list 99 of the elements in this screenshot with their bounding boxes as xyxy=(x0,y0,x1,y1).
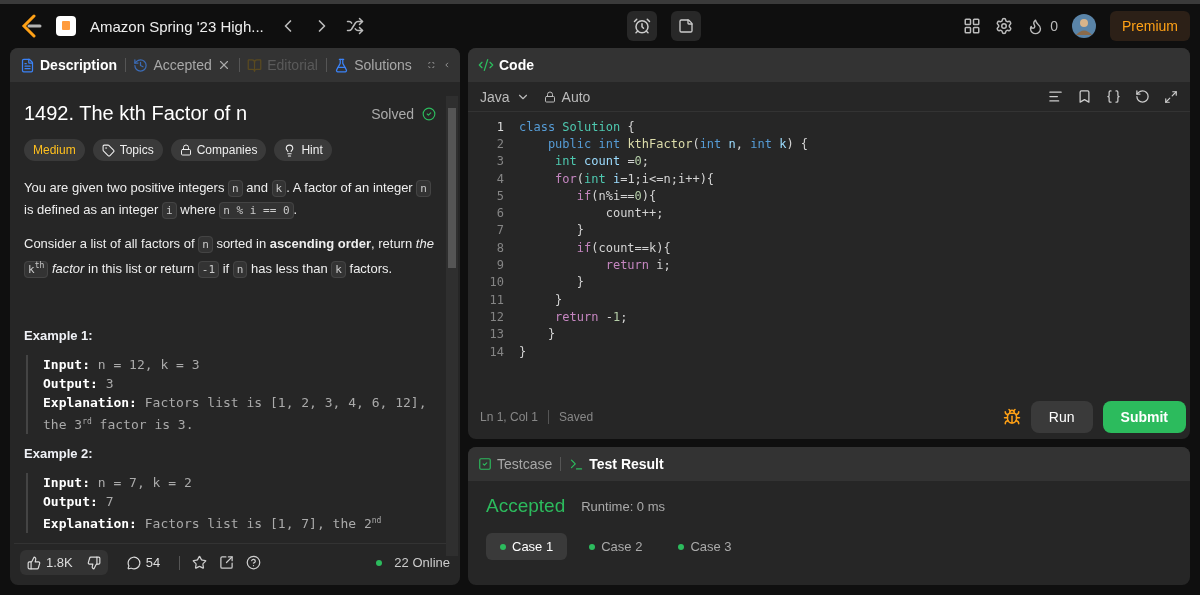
terminal-icon xyxy=(569,456,585,472)
line-number: 4 xyxy=(495,171,504,186)
example-line: Output: 7 xyxy=(43,493,115,511)
problem-paragraph: You are given two positive integers n and k . A factor of an integer n is defined as an integer i where n % i == 0 . xyxy=(24,177,436,221)
timer-button[interactable] xyxy=(626,11,657,41)
line-number: 12 xyxy=(488,309,504,324)
streak-counter[interactable]: 0 xyxy=(1027,17,1058,35)
expand-icon[interactable] xyxy=(1164,89,1178,104)
code-line: int count =0; xyxy=(554,154,650,169)
tag-chip[interactable]: Hint xyxy=(274,139,332,161)
scrollbar[interactable] xyxy=(446,96,458,556)
run-button[interactable]: Run xyxy=(1030,401,1093,433)
panel-tab[interactable]: Accepted xyxy=(133,57,231,73)
code-line: } xyxy=(554,292,563,307)
star-icon[interactable] xyxy=(192,555,208,570)
layout-icon[interactable] xyxy=(963,17,982,35)
example-line: Input: n = 12, k = 3 xyxy=(43,355,201,374)
cursor-position: Ln 1, Col 1 xyxy=(480,410,539,424)
case-tab[interactable]: Case 3 xyxy=(664,533,746,560)
code-line: } xyxy=(575,275,585,290)
bookmark-icon[interactable] xyxy=(1077,89,1092,104)
line-number: 10 xyxy=(488,275,504,290)
code-line: if(n%i==0){ xyxy=(575,188,657,203)
book-icon xyxy=(247,57,263,73)
autocomplete-toggle[interactable]: Auto xyxy=(543,88,591,105)
code-line: count++; xyxy=(604,206,664,221)
lock-icon xyxy=(543,90,556,103)
premium-button[interactable]: Premium xyxy=(1110,11,1190,41)
lock-icon xyxy=(179,144,192,156)
panel-tab[interactable]: Solutions xyxy=(334,57,412,73)
result-tab[interactable]: Test Result xyxy=(569,456,664,472)
thumbs-up-icon xyxy=(27,555,41,570)
example-title: Example 1: xyxy=(24,327,94,343)
example-line: Input: n = 7, k = 2 xyxy=(43,474,193,492)
example-line: Output: 3 xyxy=(43,374,115,393)
code-tab[interactable]: Code xyxy=(478,57,534,73)
flask-icon xyxy=(334,57,350,73)
example-line: Explanation: Factors list is [1, 2, 3, 4, 6, 12], the 3$^{rd}$ factor is 3. xyxy=(43,393,428,434)
difficulty-badge[interactable]: Medium xyxy=(24,139,85,161)
line-number: 13 xyxy=(488,327,504,342)
code-line: public int kthFactor(int n, int k) { xyxy=(546,136,809,151)
code-icon xyxy=(478,57,494,73)
history-icon xyxy=(133,57,149,73)
comment-icon xyxy=(126,555,141,570)
comments-button[interactable]: 54 xyxy=(119,550,168,575)
verdict-text: Accepted xyxy=(486,495,566,517)
line-number: 2 xyxy=(495,136,504,151)
shuffle-icon[interactable] xyxy=(345,17,364,35)
reset-icon[interactable] xyxy=(1135,89,1150,104)
braces-icon[interactable] xyxy=(1106,89,1121,104)
code-line: if(count==k){ xyxy=(575,240,671,255)
runtime-text: Runtime: 0 ms xyxy=(581,498,666,514)
list-icon[interactable] xyxy=(56,16,76,36)
online-dot xyxy=(376,559,383,566)
settings-icon[interactable] xyxy=(995,17,1014,35)
thumbs-down-icon xyxy=(86,555,101,570)
problem-title: 1492. The kth Factor of n xyxy=(24,102,249,125)
problem-list-title[interactable]: Amazon Spring '23 High... xyxy=(90,17,264,35)
code-line: } xyxy=(519,344,527,359)
line-number: 9 xyxy=(495,258,504,272)
line-number: 11 xyxy=(488,292,504,307)
case-tab[interactable]: Case 1 xyxy=(486,533,568,560)
result-tab[interactable]: Testcase xyxy=(478,456,553,472)
tag-chip[interactable]: Topics xyxy=(92,139,163,161)
alarm-clock-icon xyxy=(632,17,651,35)
logo-icon[interactable] xyxy=(20,14,42,38)
code-line: for(int i=1;i<=n;i++){ xyxy=(554,171,715,186)
line-number: 1 xyxy=(495,119,504,134)
code-line: } xyxy=(546,327,556,342)
line-number: 7 xyxy=(495,223,504,238)
line-number: 14 xyxy=(488,344,504,359)
online-count: 22 Online xyxy=(394,555,450,570)
code-line: return i; xyxy=(604,258,671,272)
example-line: Explanation: Factors list is [1, 7], the 2$^{nd}$ xyxy=(43,515,383,534)
avatar[interactable] xyxy=(1072,14,1096,38)
tag-icon xyxy=(101,143,115,157)
format-icon[interactable] xyxy=(1048,89,1063,104)
checkbox-icon xyxy=(478,457,492,471)
solved-status: Solved xyxy=(371,105,414,122)
case-tab[interactable]: Case 2 xyxy=(575,533,657,560)
line-number: 5 xyxy=(495,188,504,203)
tag-chip[interactable]: Companies xyxy=(170,139,267,161)
example-title: Example 2: xyxy=(24,446,94,461)
line-number: 8 xyxy=(495,240,504,255)
bug-icon[interactable] xyxy=(1002,408,1021,426)
notes-button[interactable] xyxy=(670,11,701,41)
code-line: class Solution { xyxy=(519,119,635,134)
share-icon[interactable] xyxy=(219,555,235,570)
line-number: 3 xyxy=(495,154,504,169)
save-status: Saved xyxy=(559,410,594,424)
problem-paragraph: Consider a list of all factors of n sorted in ascending order, return the k$^{th}$ factor in this list or return -1 if n has less than k factors. xyxy=(24,235,435,280)
help-icon[interactable] xyxy=(246,555,262,570)
language-select[interactable]: Java xyxy=(480,88,530,105)
document-icon xyxy=(20,57,35,73)
code-line: return -1; xyxy=(554,309,628,324)
panel-tab[interactable]: Description xyxy=(20,57,117,73)
line-number: 6 xyxy=(495,206,504,221)
note-icon xyxy=(677,18,694,34)
code-line: } xyxy=(575,223,585,238)
